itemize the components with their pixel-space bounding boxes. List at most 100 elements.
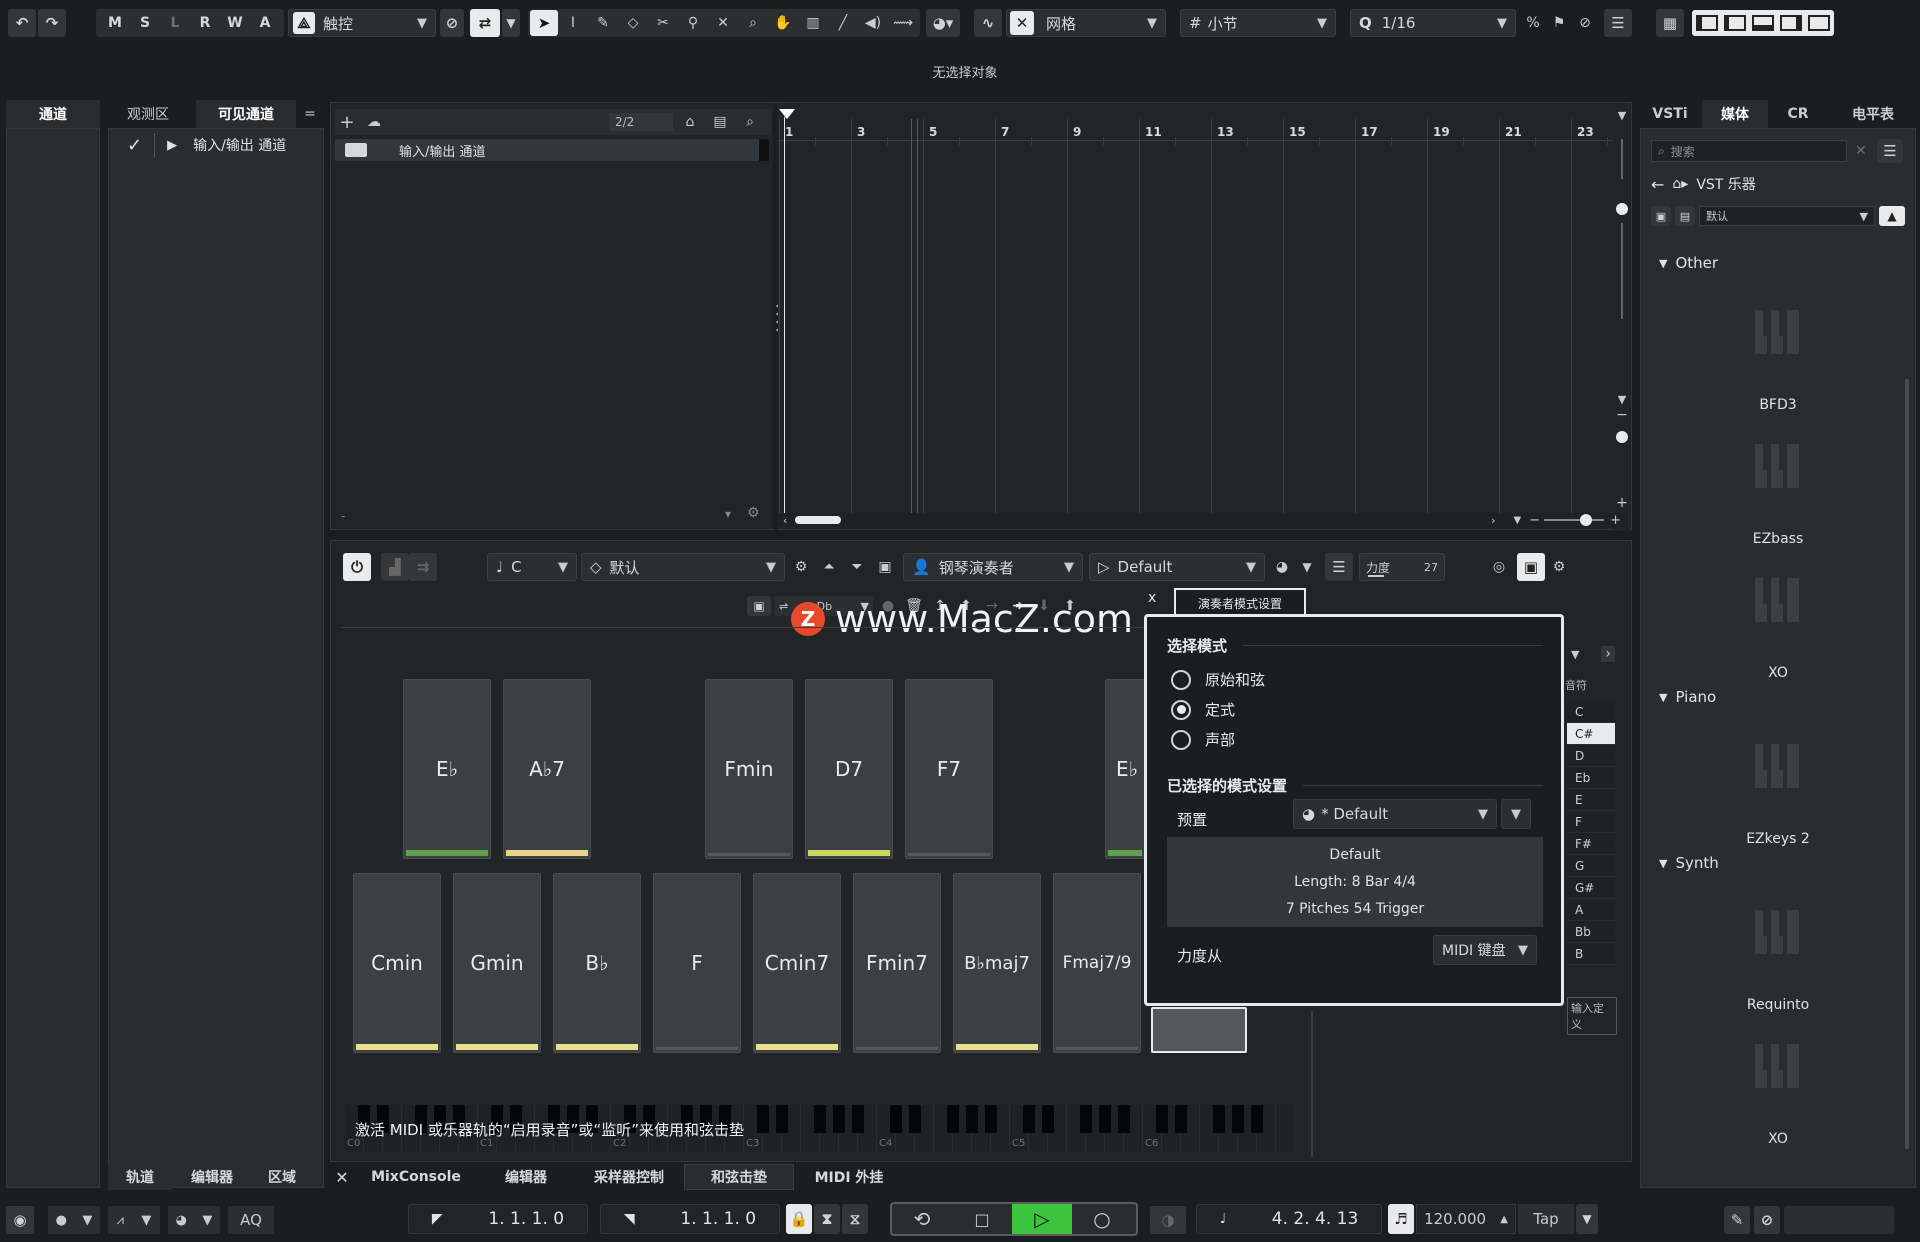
play-tool-icon[interactable]: ◀)	[858, 15, 888, 31]
sync-icon[interactable]: ◉	[6, 1206, 34, 1234]
chord-pad[interactable]: Fmin	[705, 679, 793, 859]
chevron-down-icon[interactable]: ▼	[1613, 393, 1631, 406]
chord-pad[interactable]: D7	[805, 679, 893, 859]
zoom-out-icon[interactable]: −	[1613, 407, 1631, 423]
black-key[interactable]	[1156, 1105, 1168, 1133]
tab-media[interactable]: 媒体	[1702, 100, 1768, 128]
grid-unit-select[interactable]: # 小节 ▼	[1180, 9, 1336, 37]
pattern-options-icon[interactable]: ◕	[1267, 559, 1297, 575]
instrument-item[interactable]: EZbass	[1641, 425, 1915, 547]
layout-left-icon[interactable]	[1696, 15, 1718, 31]
line-icon[interactable]: ╱	[828, 15, 858, 31]
key-select[interactable]: ♩ C ▼	[487, 553, 577, 581]
zoom-handle[interactable]	[1616, 203, 1628, 215]
black-key[interactable]	[1232, 1105, 1244, 1133]
tab-editor[interactable]: 编辑器	[172, 1164, 252, 1190]
black-key[interactable]	[1080, 1105, 1092, 1133]
load-preset-icon[interactable]: ⏶	[815, 559, 843, 575]
quantize-select[interactable]: Q 1/16 ▼	[1350, 9, 1516, 37]
player-select[interactable]: 👤 钢琴演奏者 ▼	[903, 553, 1083, 581]
note-item[interactable]: G	[1567, 855, 1615, 877]
menu-icon[interactable]: =	[296, 100, 324, 128]
search-input[interactable]: ⌕ 搜索	[1651, 140, 1847, 162]
mode-option-voicing[interactable]: 声部	[1171, 729, 1235, 750]
punch-in-icon[interactable]: ⧗	[814, 1204, 840, 1234]
snap-icon[interactable]: ◕▾	[926, 9, 960, 37]
auto-quantize-button[interactable]: AQ	[228, 1206, 274, 1234]
zoom-handle[interactable]	[1616, 431, 1628, 443]
gear-icon[interactable]: ⚙	[747, 505, 760, 521]
pads-settings-icon[interactable]: ⚙	[1545, 559, 1573, 575]
black-key[interactable]	[1023, 1105, 1035, 1133]
vertical-zoom-bar[interactable]: ▼ ▼ − +	[1613, 103, 1631, 531]
browser-preset-select[interactable]: 默认 ▼	[1699, 206, 1875, 226]
radio-voicing[interactable]	[1171, 729, 1191, 750]
add-folder-icon[interactable]: ☁	[359, 114, 389, 130]
tab-meter[interactable]: 电平表	[1828, 100, 1918, 128]
quantize-reset-icon[interactable]: ⊘	[1572, 15, 1598, 31]
marker-field[interactable]	[1784, 1206, 1894, 1234]
black-key[interactable]	[1251, 1105, 1263, 1133]
chord-pad[interactable]: Cmin	[353, 873, 441, 1053]
pads-forward-icon[interactable]: ⇉	[409, 553, 437, 581]
black-key[interactable]	[890, 1105, 902, 1133]
constrain-delay-icon[interactable]: ⇄	[470, 9, 500, 37]
back-arrow-icon[interactable]: ←	[1651, 175, 1664, 194]
black-key[interactable]	[852, 1105, 864, 1133]
close-icon[interactable]: x	[1148, 590, 1156, 606]
tempo-field[interactable]: 120.000 ▲	[1416, 1204, 1516, 1234]
chevron-down-icon[interactable]: ▼	[1297, 560, 1317, 574]
eraser-icon[interactable]: ◇	[618, 15, 648, 31]
note-item[interactable]: F#	[1567, 833, 1615, 855]
note-item[interactable]: C#	[1567, 723, 1615, 745]
chevron-down-icon[interactable]: ▼	[1613, 109, 1631, 122]
list-icon[interactable]: ▤	[705, 114, 735, 130]
align-icon[interactable]: ☰	[1604, 9, 1632, 37]
instrument-item[interactable]: XO	[1641, 1025, 1915, 1147]
keyboard-icon[interactable]: ▦	[1656, 9, 1684, 37]
listen-button[interactable]: L	[160, 15, 190, 31]
tab-mixconsole[interactable]: MixConsole	[354, 1164, 478, 1190]
note-item[interactable]: D	[1567, 745, 1615, 767]
chord-pad[interactable]: Fmaj7/9	[1053, 873, 1141, 1053]
velocity-field[interactable]: 力度 27	[1359, 553, 1445, 581]
punch-mode-select[interactable]: ◕ ▼	[168, 1206, 220, 1234]
tap-button[interactable]: Tap	[1518, 1204, 1574, 1234]
white-key[interactable]	[1276, 1105, 1294, 1151]
note-item[interactable]: F	[1567, 811, 1615, 833]
tab-inspector[interactable]: 观测区	[100, 100, 196, 128]
record-icon[interactable]: ○	[1072, 1207, 1132, 1231]
sliders-icon[interactable]: ☰	[1325, 553, 1353, 581]
metronome-toggle-icon[interactable]: ◑	[1150, 1206, 1186, 1234]
chord-pad[interactable]: F7	[905, 679, 993, 859]
black-key[interactable]	[1042, 1105, 1054, 1133]
copy-icon[interactable]: ▣	[747, 596, 771, 616]
automation-off-icon[interactable]: ⊘	[440, 9, 464, 37]
black-key[interactable]	[833, 1105, 845, 1133]
read-button[interactable]: R	[190, 15, 220, 31]
tab-zone[interactable]: 区域	[252, 1164, 312, 1190]
tab-control-room[interactable]: CR	[1768, 100, 1828, 128]
splitter-dots[interactable]: · · · ·	[775, 300, 779, 338]
radio-original[interactable]	[1171, 669, 1191, 690]
black-key[interactable]	[985, 1105, 997, 1133]
zoom-in-icon[interactable]: +	[1610, 513, 1621, 528]
chevron-down-icon[interactable]: ▼	[1576, 1204, 1598, 1234]
midi-learn-icon[interactable]: ◎	[1485, 559, 1513, 575]
chevron-down-icon[interactable]: ▼	[1513, 515, 1521, 526]
note-item[interactable]: B	[1567, 943, 1615, 965]
layout-right-icon[interactable]	[1780, 15, 1802, 31]
tab-visible-tracks[interactable]: 可见通道	[196, 100, 296, 128]
glue-icon[interactable]: ⚲	[678, 15, 708, 31]
paste-icon[interactable]: ▤	[1675, 206, 1695, 226]
scroll-left-icon[interactable]: ‹	[783, 514, 787, 527]
lock-icon[interactable]: 🔒	[786, 1204, 812, 1234]
browser-scrollbar[interactable]	[1905, 379, 1909, 1149]
redo-icon[interactable]: ↷	[38, 9, 66, 37]
chord-pad-selected[interactable]	[1151, 1007, 1247, 1053]
home-icon[interactable]: ⌂	[675, 114, 705, 130]
left-locator[interactable]: ◤ 1. 1. 1. 0	[408, 1204, 588, 1234]
radio-pattern[interactable]	[1171, 699, 1191, 720]
instrument-item[interactable]: Requinto	[1641, 891, 1915, 1013]
punch-out-icon[interactable]: ⧖	[842, 1204, 868, 1234]
